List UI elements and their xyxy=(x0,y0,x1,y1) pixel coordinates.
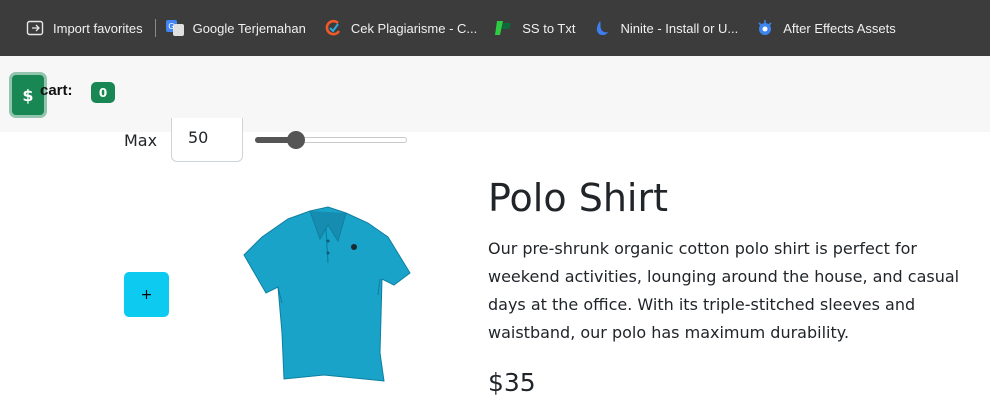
plagiarism-icon xyxy=(324,19,342,37)
bookmark-label: Google Terjemahan xyxy=(192,20,306,36)
bookmark-import-favorites[interactable]: Import favorites xyxy=(26,0,143,56)
cart-label: cart: xyxy=(40,82,73,99)
bookmark-label: Cek Plagiarisme - C... xyxy=(350,20,478,36)
bookmark-google-terjemahan[interactable]: G Google Terjemahan xyxy=(165,0,306,56)
product-description: Our pre-shrunk organic cotton polo shirt… xyxy=(488,239,960,342)
max-price-label: Max xyxy=(124,131,158,150)
product-image xyxy=(243,206,411,382)
slider-thumb[interactable] xyxy=(287,131,306,149)
after-effects-icon xyxy=(756,19,774,37)
cart-count-badge: 0 xyxy=(91,82,115,103)
product-price: $35 xyxy=(488,368,536,397)
ss-to-txt-icon xyxy=(495,19,513,37)
bookmarks-bar: Import favorites G Google Terjemahan Cek… xyxy=(0,0,990,56)
bookmark-label: Ninite - Install or U... xyxy=(620,20,739,36)
import-icon xyxy=(26,19,44,37)
bookmark-label: After Effects Assets xyxy=(783,20,896,36)
google-translate-icon: G xyxy=(165,19,184,37)
svg-text:G: G xyxy=(168,22,174,31)
bookmark-label: Import favorites xyxy=(53,20,143,36)
plus-label: + xyxy=(140,286,153,303)
product-title: Polo Shirt xyxy=(488,176,668,220)
add-to-cart-button[interactable]: + xyxy=(124,272,169,317)
bookmark-cek-plagiarisme[interactable]: Cek Plagiarisme - C... xyxy=(324,0,477,56)
bookmark-label: SS to Txt xyxy=(522,20,576,36)
bookmark-separator xyxy=(154,19,156,37)
max-price-slider[interactable] xyxy=(255,131,407,149)
bookmark-ss-to-txt[interactable]: SS to Txt xyxy=(495,0,575,56)
bookmark-after-effects-assets[interactable]: After Effects Assets xyxy=(756,0,896,56)
ninite-icon xyxy=(593,19,611,37)
max-price-input[interactable]: 50 xyxy=(171,118,243,162)
bookmark-ninite[interactable]: Ninite - Install or U... xyxy=(593,0,738,56)
dollar-icon: $ xyxy=(22,85,34,105)
cart-bar: $ cart: 0 xyxy=(0,56,990,132)
